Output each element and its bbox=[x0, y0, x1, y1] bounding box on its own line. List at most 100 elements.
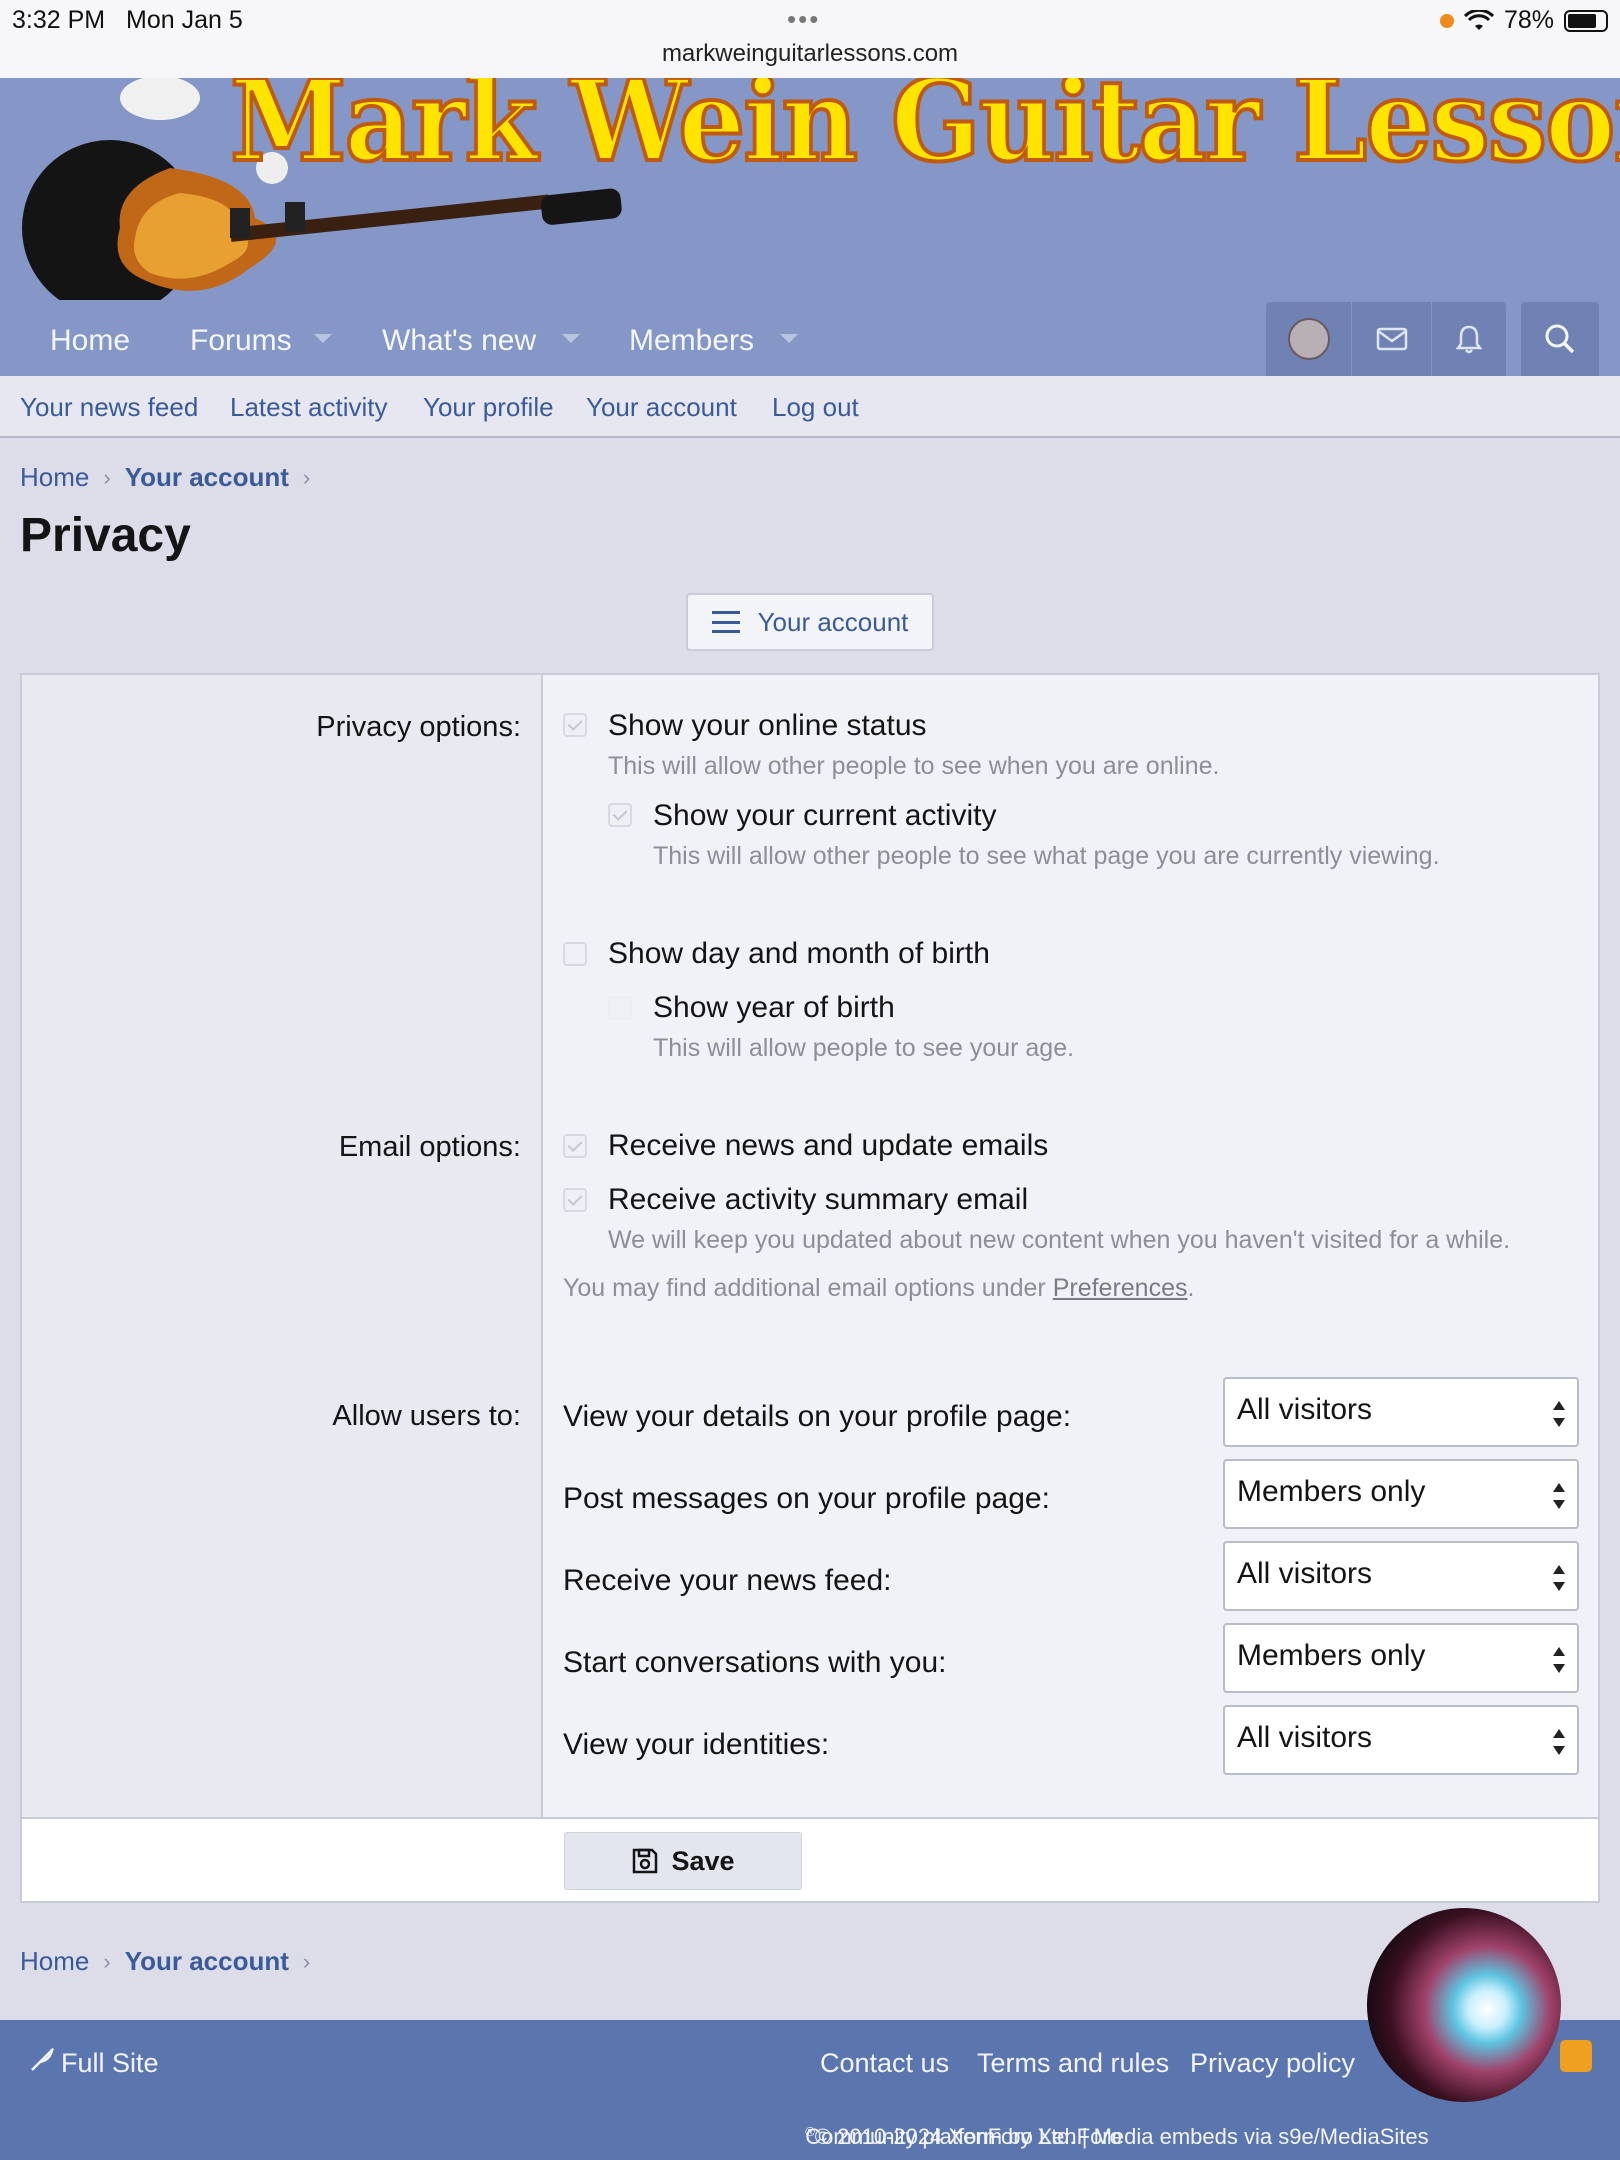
email-note-period: . bbox=[1187, 1274, 1195, 1302]
subnav-latest-activity[interactable]: Latest activity bbox=[230, 392, 388, 423]
allow-row-label: View your details on your profile page: bbox=[563, 1400, 1072, 1433]
form-submit-row: Save bbox=[22, 1817, 1598, 1901]
alerts-button[interactable] bbox=[1431, 302, 1506, 376]
wifi-icon bbox=[1463, 9, 1494, 30]
email-options-note: You may find additional email options un… bbox=[563, 1274, 1194, 1303]
feather-icon bbox=[31, 2048, 54, 2071]
subnav-news-feed[interactable]: Your news feed bbox=[20, 392, 198, 423]
chevron-right-icon: › bbox=[103, 464, 111, 490]
post-messages-select[interactable]: Members only bbox=[1223, 1459, 1579, 1529]
yob-label[interactable]: Show year of birth bbox=[653, 991, 895, 1025]
bell-icon bbox=[1456, 325, 1482, 354]
select-arrows-icon bbox=[1553, 1647, 1565, 1673]
news-emails-label[interactable]: Receive news and update emails bbox=[608, 1129, 1048, 1163]
battery-percent: 78% bbox=[1503, 6, 1554, 34]
chevron-right-icon: › bbox=[103, 1948, 111, 1974]
site-header-banner[interactable]: Mark Wein Guitar Lessons .com bbox=[0, 78, 1620, 300]
siri-orb-icon[interactable] bbox=[1367, 1908, 1561, 2102]
ios-status-bar: 3:32 PM Mon Jan 5 ••• markweinguitarless… bbox=[0, 0, 1620, 78]
summary-email-label[interactable]: Receive activity summary email bbox=[608, 1183, 1028, 1217]
news-emails-checkbox[interactable] bbox=[563, 1134, 587, 1158]
form-label-column: Privacy options: Email options: Allow us… bbox=[22, 675, 543, 1817]
sub-nav: Your news feed Latest activity Your prof… bbox=[0, 376, 1620, 438]
terms-link[interactable]: Terms and rules bbox=[977, 2048, 1169, 2079]
select-arrows-icon bbox=[1553, 1483, 1565, 1509]
preferences-link[interactable]: Preferences bbox=[1053, 1274, 1188, 1302]
chevron-right-icon: › bbox=[302, 1948, 311, 1974]
select-arrows-icon bbox=[1553, 1401, 1565, 1427]
yob-hint: This will allow people to see your age. bbox=[653, 1034, 1075, 1062]
your-account-menu-button[interactable]: Your account bbox=[686, 593, 934, 651]
chevron-right-icon: › bbox=[302, 464, 311, 490]
conversations-button[interactable] bbox=[1351, 302, 1431, 376]
view-details-select[interactable]: All visitors bbox=[1223, 1377, 1579, 1447]
save-button[interactable]: Save bbox=[564, 1832, 802, 1890]
avatar bbox=[1287, 318, 1330, 360]
online-status-label[interactable]: Show your online status bbox=[608, 709, 927, 743]
select-value: Members only bbox=[1237, 1475, 1426, 1508]
mail-icon bbox=[1376, 327, 1407, 351]
dob-checkbox[interactable] bbox=[563, 942, 587, 966]
page-title: Privacy bbox=[20, 509, 191, 562]
whats-new-dropdown-caret-icon[interactable] bbox=[562, 334, 580, 343]
main-nav: Home Forums What's new Members bbox=[0, 300, 1620, 376]
dob-label[interactable]: Show day and month of birth bbox=[608, 937, 990, 971]
current-activity-label[interactable]: Show your current activity bbox=[653, 799, 996, 833]
select-value: Members only bbox=[1237, 1639, 1426, 1672]
battery-icon bbox=[1564, 9, 1608, 32]
full-site-link[interactable]: Full Site bbox=[61, 2048, 159, 2079]
breadcrumb-your-account[interactable]: Your account bbox=[125, 1946, 289, 1977]
nav-members[interactable]: Members bbox=[629, 324, 754, 358]
breadcrumb-home[interactable]: Home bbox=[20, 462, 89, 493]
allow-row-label: Start conversations with you: bbox=[563, 1646, 947, 1679]
contact-us-link[interactable]: Contact us bbox=[820, 2048, 949, 2079]
view-identities-select[interactable]: All visitors bbox=[1223, 1705, 1579, 1775]
select-arrows-icon bbox=[1553, 1565, 1565, 1591]
privacy-policy-link[interactable]: Privacy policy bbox=[1190, 2048, 1355, 2079]
breadcrumb-your-account[interactable]: Your account bbox=[125, 462, 289, 493]
email-options-label: Email options: bbox=[338, 1131, 521, 1163]
email-note-text: You may find additional email options un… bbox=[563, 1274, 1053, 1302]
yob-checkbox[interactable] bbox=[608, 996, 632, 1020]
recording-dot-icon bbox=[1439, 13, 1454, 28]
save-label: Save bbox=[671, 1845, 735, 1876]
select-value: All visitors bbox=[1237, 1557, 1373, 1590]
breadcrumb: Home › Your account › bbox=[20, 462, 324, 493]
select-value: All visitors bbox=[1237, 1721, 1373, 1754]
summary-email-hint: We will keep you updated about new conte… bbox=[608, 1226, 1511, 1254]
site-logo-text: Mark Wein Guitar Lessons .com bbox=[228, 78, 1620, 189]
members-dropdown-caret-icon[interactable] bbox=[780, 334, 798, 343]
your-account-menu-label: Your account bbox=[757, 606, 909, 637]
search-button[interactable] bbox=[1521, 302, 1599, 376]
hamburger-icon bbox=[711, 611, 740, 633]
online-status-checkbox[interactable] bbox=[563, 713, 587, 737]
multitasking-dots-icon[interactable]: ••• bbox=[787, 4, 820, 35]
forums-dropdown-caret-icon[interactable] bbox=[314, 334, 332, 343]
nav-home[interactable]: Home bbox=[50, 324, 130, 358]
summary-email-checkbox[interactable] bbox=[563, 1188, 587, 1212]
news-feed-select[interactable]: All visitors bbox=[1223, 1541, 1579, 1611]
privacy-options-label: Privacy options: bbox=[316, 711, 521, 743]
save-icon bbox=[633, 1848, 658, 1874]
status-date: Mon Jan 5 bbox=[126, 6, 243, 34]
subnav-your-account[interactable]: Your account bbox=[586, 392, 737, 423]
current-activity-hint: This will allow other people to see what… bbox=[653, 842, 1440, 870]
allow-users-label: Allow users to: bbox=[332, 1400, 521, 1432]
rss-icon[interactable] bbox=[1560, 2040, 1592, 2072]
subnav-your-profile[interactable]: Your profile bbox=[423, 392, 554, 423]
breadcrumb-home[interactable]: Home bbox=[20, 1946, 89, 1977]
online-status-hint: This will allow other people to see when… bbox=[608, 752, 1220, 780]
subnav-log-out[interactable]: Log out bbox=[772, 392, 859, 423]
url-bar[interactable]: markweinguitarlessons.com bbox=[0, 40, 1620, 68]
nav-whats-new[interactable]: What's new bbox=[382, 324, 536, 358]
privacy-form: Privacy options: Email options: Allow us… bbox=[20, 673, 1600, 1903]
user-avatar-button[interactable] bbox=[1266, 302, 1351, 376]
allow-row-label: Receive your news feed: bbox=[563, 1564, 892, 1597]
current-activity-checkbox[interactable] bbox=[608, 803, 632, 827]
breadcrumb-bottom: Home › Your account › bbox=[20, 1946, 324, 1977]
copyright-text: Community platform by XenForo ® © 2010-20… bbox=[0, 2124, 1620, 2150]
status-right: 78% bbox=[1439, 6, 1608, 35]
search-icon bbox=[1545, 324, 1575, 354]
start-conversations-select[interactable]: Members only bbox=[1223, 1623, 1579, 1693]
nav-forums[interactable]: Forums bbox=[190, 324, 292, 358]
